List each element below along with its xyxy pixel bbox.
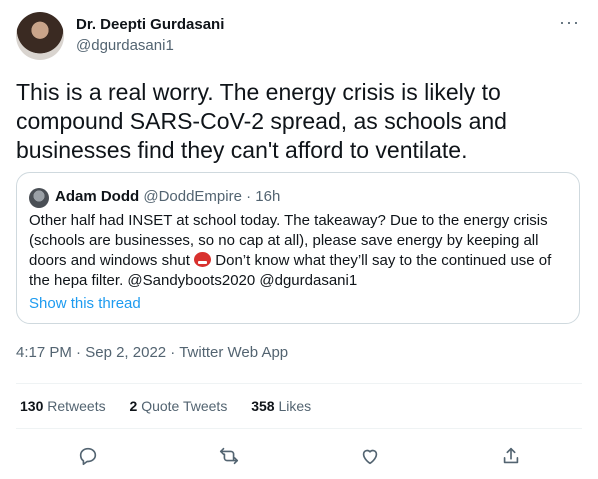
quoted-author-name: Adam Dodd <box>55 188 140 205</box>
author-name[interactable]: Dr. Deepti Gurdasani <box>76 16 224 33</box>
quoted-text: Other half had INSET at school today. Th… <box>29 211 569 291</box>
quotes-count: 2 <box>129 398 138 414</box>
retweets-label: Retweets <box>47 398 106 414</box>
quoted-tweet[interactable]: Adam Dodd @DoddEmpire · 16h Other half h… <box>16 172 580 324</box>
author-handle[interactable]: @dgurdasani1 <box>76 37 174 54</box>
tweet-source[interactable]: Twitter Web App <box>179 344 288 361</box>
retweet-icon[interactable] <box>215 442 243 470</box>
reply-icon[interactable] <box>74 442 102 470</box>
tweet-text: This is a real worry. The energy crisis … <box>16 79 507 163</box>
quoted-separator: · <box>246 188 252 205</box>
likes-stat[interactable]: 358 Likes <box>251 398 311 414</box>
divider <box>16 383 582 384</box>
meta-separator: · <box>76 344 82 361</box>
tweet-meta: 4:17 PM · Sep 2, 2022 · Twitter Web App <box>16 344 288 361</box>
quoted-avatar <box>29 188 49 208</box>
angry-face-icon <box>194 252 212 267</box>
more-options-icon[interactable]: ··· <box>559 12 580 33</box>
divider <box>16 428 582 429</box>
like-icon[interactable] <box>356 442 384 470</box>
tweet-date[interactable]: Sep 2, 2022 <box>85 344 166 361</box>
avatar[interactable] <box>16 12 64 60</box>
quoted-time: 16h <box>255 188 281 205</box>
likes-label: Likes <box>278 398 312 414</box>
tweet-stats: 130 Retweets 2 Quote Tweets 358 Likes <box>20 398 331 414</box>
quoted-author-handle: @DoddEmpire <box>143 188 242 205</box>
meta-separator: · <box>170 344 176 361</box>
retweets-stat[interactable]: 130 Retweets <box>20 398 106 414</box>
tweet-time[interactable]: 4:17 PM <box>16 344 72 361</box>
quotes-label: Quote Tweets <box>141 398 228 414</box>
show-thread-link[interactable]: Show this thread <box>29 295 141 312</box>
share-icon[interactable] <box>497 442 525 470</box>
quoted-header: Adam Dodd @DoddEmpire · 16h <box>55 188 280 205</box>
likes-count: 358 <box>251 398 275 414</box>
retweets-count: 130 <box>20 398 44 414</box>
action-bar <box>0 442 598 470</box>
quotes-stat[interactable]: 2 Quote Tweets <box>130 398 228 414</box>
